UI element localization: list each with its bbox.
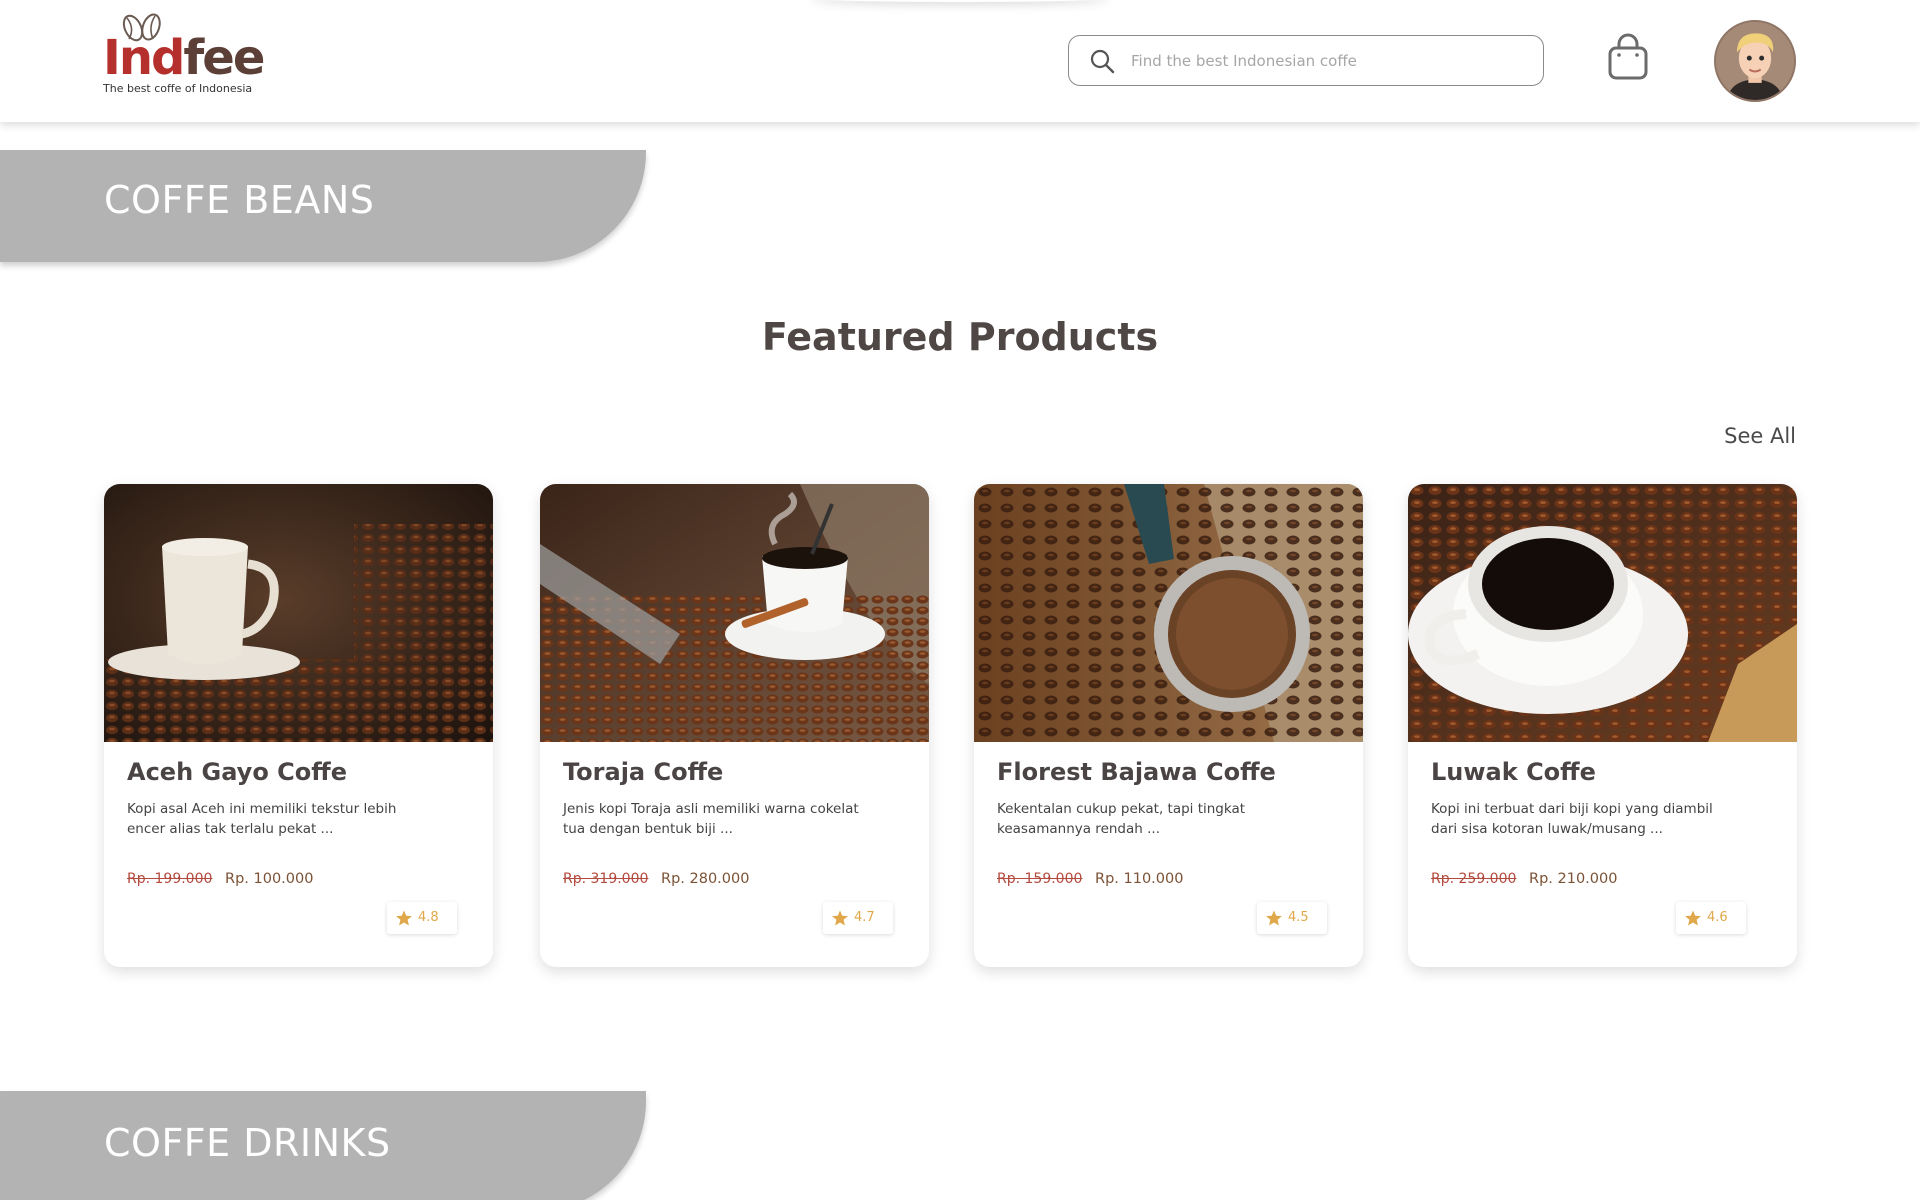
rating-badge: 4.7	[823, 902, 893, 934]
search-icon[interactable]	[1089, 48, 1115, 74]
rating-value: 4.6	[1707, 910, 1728, 925]
brand-name: Indfee	[103, 34, 265, 82]
star-icon	[396, 910, 412, 926]
rating-value: 4.7	[854, 910, 875, 925]
brand-tagline: The best coffe of Indonesia	[103, 82, 253, 95]
search-box[interactable]	[1068, 35, 1544, 86]
section-title: Featured Products	[761, 315, 1159, 359]
product-card[interactable]: Florest Bajawa Coffe Kekentalan cukup pe…	[974, 484, 1363, 967]
product-image[interactable]	[974, 484, 1363, 742]
product-name[interactable]: Toraja Coffe	[563, 758, 723, 786]
original-price: Rp. 159.000	[997, 871, 1083, 887]
product-description: Kopi ini terbuat dari biji kopi yang dia…	[1431, 801, 1713, 837]
see-all-link[interactable]: See All	[1724, 424, 1796, 448]
product-card[interactable]: Aceh Gayo Coffe Kopi asal Aceh ini memil…	[104, 484, 493, 967]
product-description: Jenis kopi Toraja asli memiliki warna co…	[563, 801, 859, 837]
product-image[interactable]	[1408, 484, 1797, 742]
rating-badge: 4.8	[387, 902, 457, 934]
discount-price: Rp. 280.000	[661, 871, 750, 887]
rating-badge: 4.6	[1676, 902, 1746, 934]
product-name[interactable]: Florest Bajawa Coffe	[997, 758, 1276, 786]
product-description: Kopi asal Aceh ini memiliki tekstur lebi…	[127, 801, 397, 837]
discount-price: Rp. 100.000	[225, 871, 314, 887]
original-price: Rp. 259.000	[1431, 871, 1517, 887]
discount-price: Rp. 210.000	[1529, 871, 1618, 887]
search-input[interactable]	[1131, 44, 1531, 78]
product-name[interactable]: Luwak Coffe	[1431, 758, 1596, 786]
brand-logo[interactable]: Indfee The best coffe of Indonesia	[103, 10, 265, 100]
product-description: Kekentalan cukup pekat, tapi tingkat kea…	[997, 801, 1246, 837]
discount-price: Rp. 110.000	[1095, 871, 1184, 887]
user-avatar-icon	[1716, 22, 1794, 100]
original-price: Rp. 319.000	[563, 871, 649, 887]
star-icon	[1685, 910, 1701, 926]
category-title: COFFE DRINKS	[104, 1121, 391, 1165]
category-banner-beans[interactable]: COFFE BEANS	[0, 150, 646, 262]
product-card[interactable]: Toraja Coffe Jenis kopi Toraja asli memi…	[540, 484, 929, 967]
brand-name-part1: Ind	[103, 30, 185, 86]
category-banner-drinks[interactable]: COFFE DRINKS	[0, 1091, 646, 1200]
brand-name-part2: fee	[183, 30, 265, 86]
avatar[interactable]	[1714, 20, 1796, 102]
top-header: Indfee The best coffe of Indonesia	[0, 0, 1920, 122]
category-title: COFFE BEANS	[104, 178, 375, 222]
product-card[interactable]: Luwak Coffe Kopi ini terbuat dari biji k…	[1408, 484, 1797, 967]
star-icon	[1266, 910, 1282, 926]
product-image[interactable]	[540, 484, 929, 742]
shopping-bag-icon[interactable]	[1607, 33, 1649, 81]
rating-badge: 4.5	[1257, 902, 1327, 934]
rating-value: 4.5	[1288, 910, 1309, 925]
product-image[interactable]	[104, 484, 493, 742]
rating-value: 4.8	[418, 910, 439, 925]
original-price: Rp. 199.000	[127, 871, 213, 887]
product-name[interactable]: Aceh Gayo Coffe	[127, 758, 347, 786]
star-icon	[832, 910, 848, 926]
